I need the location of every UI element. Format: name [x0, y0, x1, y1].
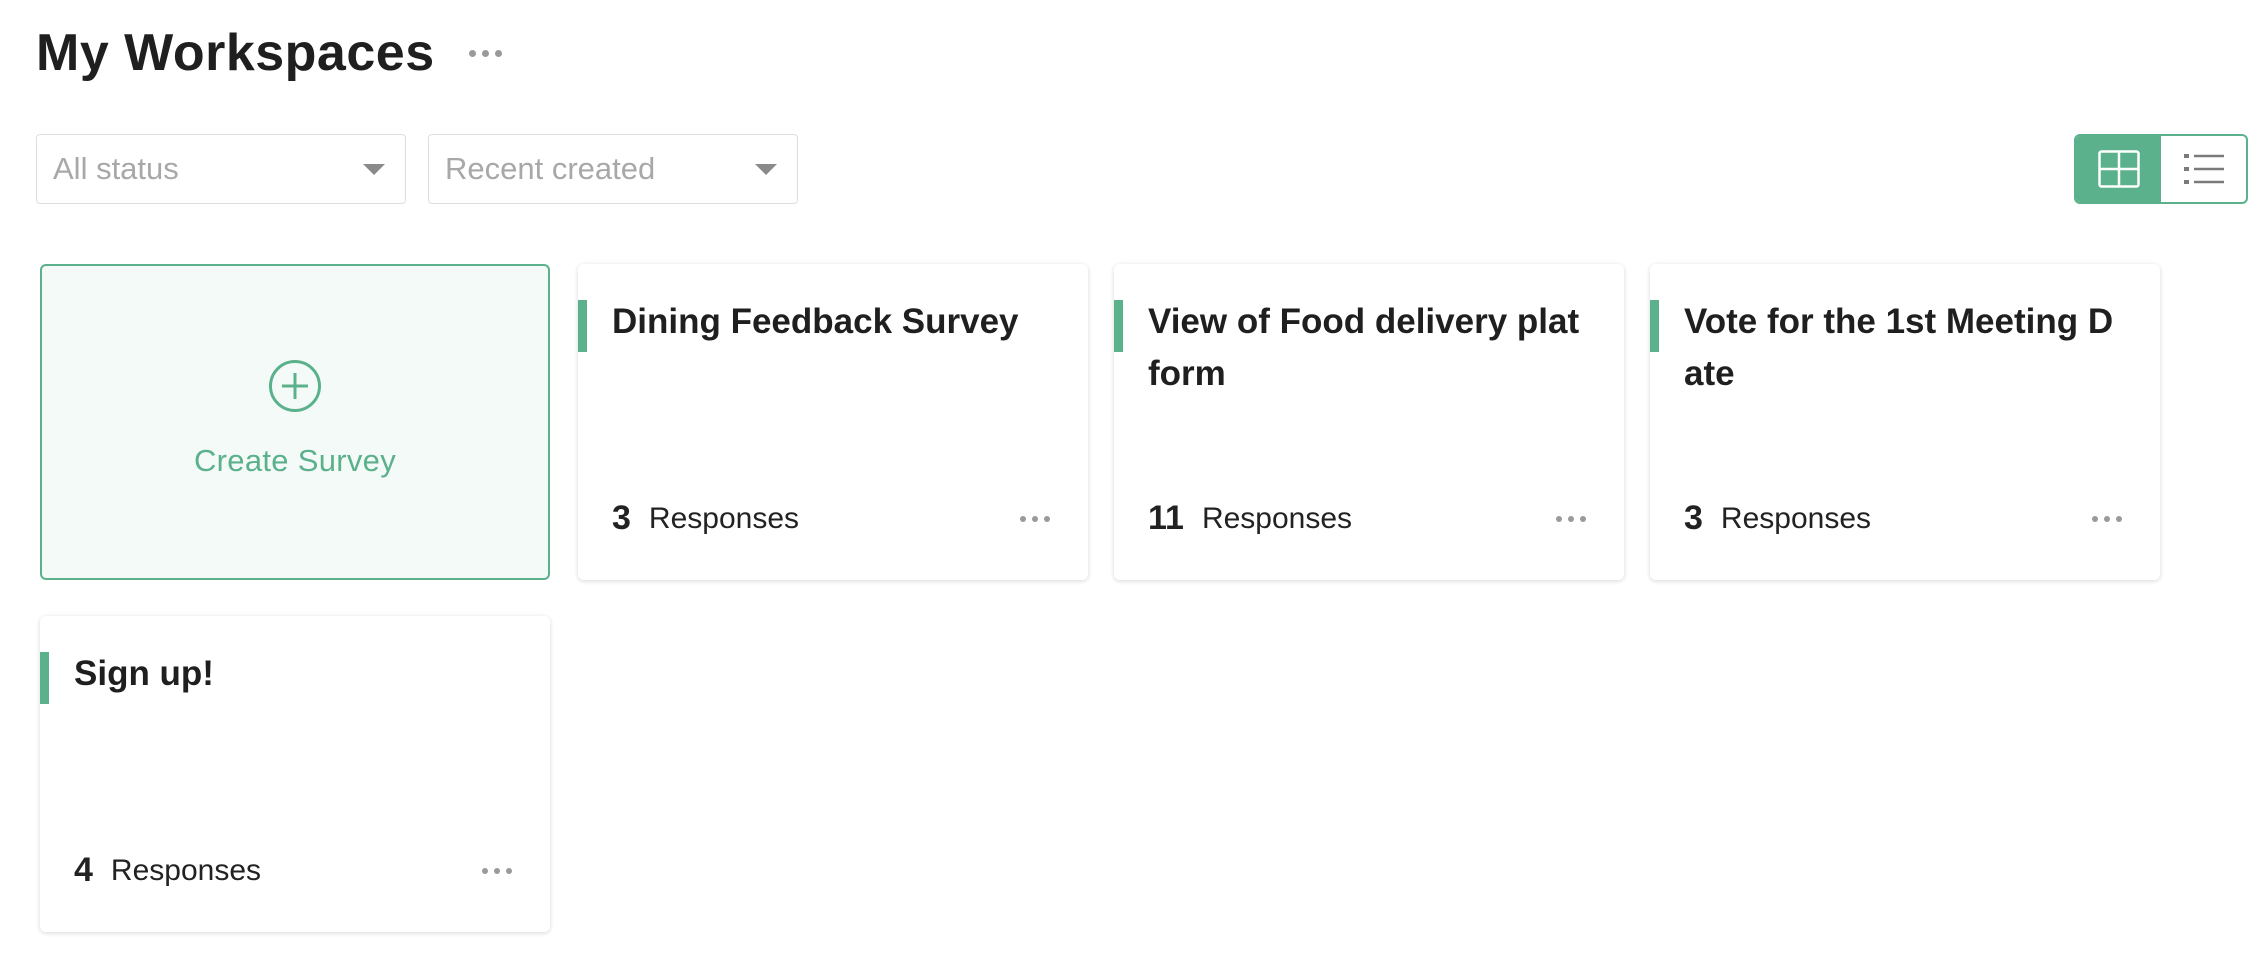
responses-label: Responses	[110, 853, 262, 887]
more-icon[interactable]	[2088, 508, 2126, 530]
survey-card[interactable]: Dining Feedback Survey 3 Responses	[578, 264, 1088, 580]
survey-footer: 4 Responses	[74, 851, 516, 890]
card-accent-bar	[1114, 300, 1123, 352]
grid-view-button[interactable]	[2076, 136, 2161, 202]
survey-title: View of Food delivery platform	[1148, 302, 1580, 393]
responses-label: Responses	[648, 501, 800, 535]
status-filter-value: All status	[53, 151, 179, 186]
survey-footer: 3 Responses	[1684, 499, 2126, 538]
list-view-button[interactable]	[2161, 136, 2246, 202]
more-icon[interactable]	[478, 860, 516, 882]
response-count: 11	[1148, 499, 1184, 537]
card-accent-bar	[578, 300, 587, 352]
card-accent-bar	[1650, 300, 1659, 352]
more-icon[interactable]	[1552, 508, 1590, 530]
response-count: 4	[74, 851, 93, 889]
caret-down-icon	[755, 163, 777, 175]
page-title: My Workspaces	[36, 24, 435, 82]
caret-down-icon	[363, 163, 385, 175]
workspace-more-icon[interactable]	[465, 40, 506, 67]
responses-label: Responses	[1201, 501, 1353, 535]
create-survey-label: Create Survey	[193, 443, 397, 478]
sort-filter-select[interactable]: Recent created	[428, 134, 798, 204]
survey-footer: 11 Responses	[1148, 499, 1590, 538]
survey-card[interactable]: Sign up! 4 Responses	[40, 616, 550, 932]
more-icon[interactable]	[1016, 508, 1054, 530]
responses-label: Responses	[1720, 501, 1872, 535]
survey-title: Sign up!	[74, 654, 214, 693]
survey-footer: 3 Responses	[612, 499, 1054, 538]
grid-icon	[2097, 150, 2140, 188]
sort-filter-value: Recent created	[445, 151, 656, 186]
response-count: 3	[612, 499, 631, 537]
status-filter-select[interactable]: All status	[36, 134, 406, 204]
survey-title: Vote for the 1st Meeting Date	[1684, 302, 2114, 393]
view-toggle	[2074, 134, 2248, 204]
card-accent-bar	[40, 652, 49, 704]
plus-circle-icon	[269, 360, 321, 412]
survey-title: Dining Feedback Survey	[612, 302, 1019, 341]
survey-card[interactable]: Vote for the 1st Meeting Date 3 Response…	[1650, 264, 2160, 580]
page-header: My Workspaces	[36, 18, 506, 88]
create-survey-card[interactable]: Create Survey	[40, 264, 550, 580]
workspaces-page: My Workspaces All status Recent created	[0, 0, 2268, 968]
survey-card[interactable]: View of Food delivery platform 11 Respon…	[1114, 264, 1624, 580]
list-icon	[2183, 154, 2224, 184]
response-count: 3	[1684, 499, 1703, 537]
